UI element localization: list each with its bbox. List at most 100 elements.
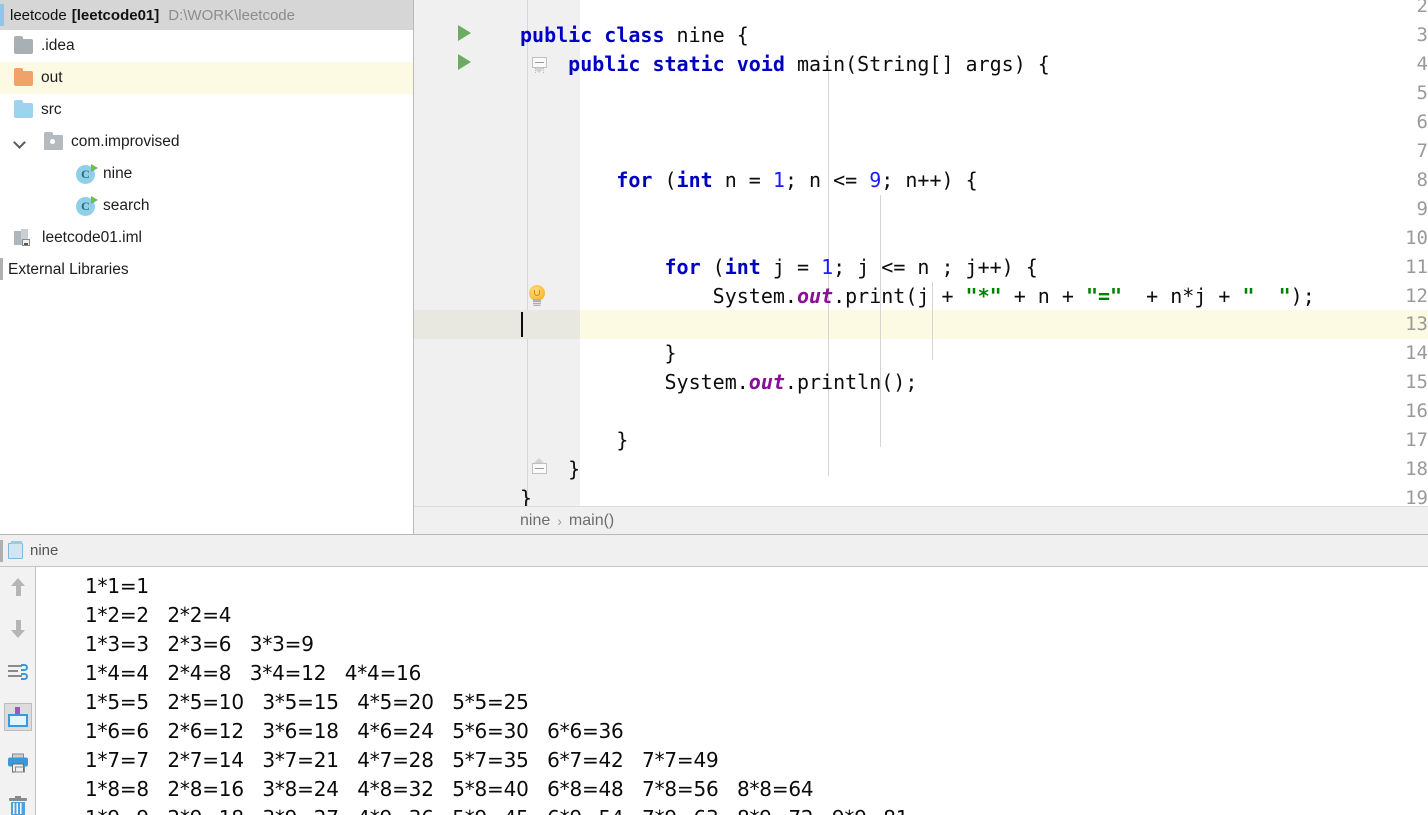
run-configuration-icon <box>8 540 23 559</box>
code-editor[interactable]: 2 3 4 5 6 7 8 9 10 11 12 13 14 15 16 17 … <box>414 0 1428 506</box>
tree-item-label: External Libraries <box>8 261 129 278</box>
tree-item-label: search <box>103 197 150 214</box>
line-number: 12 <box>1405 285 1428 307</box>
line-number: 3 <box>1416 24 1428 46</box>
code-line-18: } <box>520 457 581 481</box>
line-number: 5 <box>1416 82 1428 104</box>
console-output-line: 1*5=5 2*5=10 3*5=15 4*5=20 5*5=25 <box>85 690 529 714</box>
run-tab-label: nine <box>30 542 59 559</box>
project-module-name: [leetcode01] <box>71 6 160 24</box>
project-name: leetcode <box>10 6 67 24</box>
line-number: 13 <box>1405 313 1428 335</box>
line-number: 6 <box>1416 111 1428 133</box>
ide-window: leetcode [leetcode01] D:\WORK\leetcode .… <box>0 0 1428 815</box>
console-output-line: 1*8=8 2*8=16 3*8=24 4*8=32 5*8=40 6*8=48… <box>85 777 814 801</box>
tree-item-label: src <box>41 101 62 118</box>
console-output-line: 1*6=6 2*6=12 3*6=18 4*6=24 5*6=30 6*6=36 <box>85 719 624 743</box>
tree-item-nine[interactable]: C nine <box>0 158 413 190</box>
console-output-line: 1*7=7 2*7=14 3*7=21 4*7=28 5*7=35 6*7=42… <box>85 748 719 772</box>
external-libraries-bar <box>0 258 3 280</box>
breadcrumb[interactable]: nine › main() <box>414 506 1428 534</box>
line-number: 4 <box>1416 53 1428 75</box>
code-line-17: } <box>520 428 629 452</box>
printer-icon <box>8 753 28 773</box>
breadcrumb-item-class[interactable]: nine <box>520 512 550 530</box>
code-line-15: System.out.println(); <box>520 370 918 394</box>
run-tab-nine[interactable]: nine <box>8 540 59 559</box>
line-number: 7 <box>1416 140 1428 162</box>
run-gutter-icon[interactable] <box>458 54 471 70</box>
tree-item-src[interactable]: src <box>0 94 413 126</box>
breadcrumb-item-method[interactable]: main() <box>569 512 614 530</box>
chevron-down-icon[interactable] <box>12 134 28 150</box>
caret-line-gutter-highlight <box>414 310 580 339</box>
code-line-4: public static void main(String[] args) { <box>568 52 1050 76</box>
line-number: 16 <box>1405 400 1428 422</box>
breadcrumb-separator-icon: › <box>557 512 562 529</box>
tree-item-label: nine <box>103 165 133 182</box>
project-path: D:\WORK\leetcode <box>168 6 295 24</box>
caret-line-highlight <box>580 310 1428 339</box>
tree-item-out[interactable]: out <box>0 62 413 94</box>
tree-item-label: .idea <box>41 37 75 54</box>
tree-item-label: out <box>41 69 63 86</box>
scroll-to-end-icon <box>8 707 28 727</box>
console-output-line: 1*3=3 2*3=6 3*3=9 <box>85 632 314 656</box>
header-accent-bar <box>0 4 4 26</box>
line-number: 18 <box>1405 458 1428 480</box>
project-header: leetcode [leetcode01] D:\WORK\leetcode <box>0 0 413 30</box>
line-number: 17 <box>1405 429 1428 451</box>
java-class-icon: C <box>76 195 98 216</box>
console-output[interactable]: 1*1=1 1*2=2 2*2=4 1*3=3 2*3=6 3*3=9 1*4=… <box>37 567 1428 815</box>
console-output-line: 1*9=9 2*9=18 3*9=27 4*9=36 5*9=45 6*9=54… <box>37 804 1428 815</box>
code-line-3: public class nine { <box>520 23 749 47</box>
console-toolbar <box>0 567 36 815</box>
arrow-up-icon <box>10 578 26 596</box>
line-number: 14 <box>1405 342 1428 364</box>
line-number: 10 <box>1405 227 1428 249</box>
console-output-line: 1*1=1 <box>85 574 149 598</box>
tree-item-search[interactable]: C search <box>0 190 413 222</box>
text-caret <box>521 312 523 337</box>
run-arrow-icon <box>91 195 98 204</box>
line-number: 9 <box>1416 198 1428 220</box>
code-line-14: } <box>520 341 677 365</box>
scroll-to-end-button[interactable] <box>4 703 32 731</box>
folder-blue-icon <box>14 99 33 118</box>
soft-wrap-button[interactable] <box>4 659 32 687</box>
line-number: 11 <box>1405 256 1428 278</box>
soft-wrap-icon <box>8 664 28 682</box>
folder-gray-icon <box>14 35 33 54</box>
console-output-line: 1*4=4 2*4=8 3*4=12 4*4=16 <box>85 661 422 685</box>
tree-item-label: com.improvised <box>71 133 180 150</box>
trash-icon <box>9 796 27 815</box>
code-line-11: for (int j = 1; j <= n ; j++) { <box>664 255 1038 279</box>
tree-item-com-improvised[interactable]: com.improvised <box>0 126 413 158</box>
code-line-19: } <box>520 486 533 506</box>
iml-file-icon <box>14 229 32 247</box>
run-arrow-icon <box>91 163 98 172</box>
indent-guide <box>880 195 881 447</box>
editor-gutter[interactable] <box>414 0 528 506</box>
scroll-up-button[interactable] <box>4 573 32 601</box>
line-number: 19 <box>1405 487 1428 506</box>
run-tab-bar: nine <box>0 535 1428 567</box>
scroll-down-button[interactable] <box>4 615 32 643</box>
project-tool-window: leetcode [leetcode01] D:\WORK\leetcode .… <box>0 0 414 534</box>
code-line-8: for (int n = 1; n <= 9; n++) { <box>616 168 978 192</box>
tree-item-external-libraries[interactable]: External Libraries <box>0 254 413 286</box>
print-button[interactable] <box>4 749 32 777</box>
tabbar-accent-bar <box>0 540 3 562</box>
tree-item-idea[interactable]: .idea <box>0 30 413 62</box>
code-line-12: System.out.print(j + "*" + n + "=" + n*j… <box>520 284 1315 308</box>
java-class-icon: C <box>76 163 98 184</box>
package-icon <box>44 131 63 150</box>
run-tool-window: nine 1*1=1 1*2=2 2*2=4 1*3=3 2*3=6 3*3=9… <box>0 534 1428 815</box>
clear-all-button[interactable] <box>4 793 32 815</box>
folder-orange-icon <box>14 67 33 86</box>
line-number: 2 <box>1416 0 1428 17</box>
line-number: 15 <box>1405 371 1428 393</box>
console-output-line: 1*2=2 2*2=4 <box>85 603 232 627</box>
run-gutter-icon[interactable] <box>458 25 471 41</box>
tree-item-iml[interactable]: leetcode01.iml <box>0 222 413 254</box>
